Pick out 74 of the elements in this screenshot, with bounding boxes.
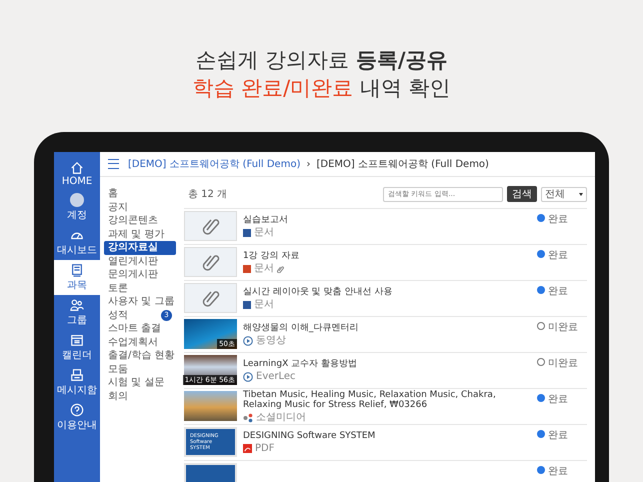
material-type: 동영상 (256, 335, 286, 346)
menu-item[interactable]: 모둠 (104, 362, 176, 376)
play-icon (243, 336, 253, 346)
nav-item[interactable]: 그룹 (54, 295, 100, 330)
menu-item[interactable]: 공지 (104, 200, 176, 214)
house-icon (70, 161, 84, 175)
nav-item[interactable]: 이용안내 (54, 400, 100, 435)
search-button[interactable]: 검색 (507, 186, 537, 202)
menu-item[interactable]: 문의게시판 (104, 268, 176, 282)
share-icon (243, 412, 253, 422)
material-type: 문서 (254, 299, 274, 310)
menu-item[interactable]: 강의자료실 (104, 241, 176, 254)
presentation-icon (243, 264, 251, 272)
nav-item[interactable]: 과목 (54, 260, 100, 295)
menu-item[interactable]: 홈 (104, 187, 176, 200)
completion-status: 미완료 (548, 321, 578, 334)
material-title[interactable]: 실시간 레이아웃 및 맞춤 안내선 사용 (243, 287, 531, 297)
nav-item[interactable]: 대시보드 (54, 225, 100, 260)
headline-highlight: 학습 완료/미완료 (192, 76, 354, 100)
completion-status: 완료 (548, 429, 568, 442)
nav-item[interactable]: 캘린더 (54, 330, 100, 365)
calendar-icon (70, 333, 84, 347)
clip-art-thumbnail (184, 283, 237, 313)
menu-icon[interactable] (108, 159, 119, 169)
menu-item[interactable]: 수업계획서 (104, 336, 176, 349)
headline: 손쉽게 강의자료 등록/공유 (194, 47, 449, 74)
item-count: 총 12 개 (187, 188, 228, 201)
clip-art-thumbnail (184, 247, 237, 277)
material-type: 문서 (254, 227, 274, 238)
menu-item[interactable]: 과제 및 평가 (104, 228, 176, 241)
headline-text: 내역 확인 (360, 76, 451, 100)
material-type: 문서 (254, 263, 274, 274)
nav-item[interactable]: 메시지함 (54, 365, 100, 400)
document-icon (243, 228, 251, 236)
nav-item[interactable]: 계정 (54, 190, 100, 225)
material-title[interactable]: LearningX 교수자 활용방법 (243, 359, 531, 369)
photo-placeholder (184, 391, 237, 421)
material-title[interactable]: 해양생물의 이해_다큐멘터리 (243, 323, 531, 333)
clip-art-thumbnail (184, 211, 237, 241)
completion-status: 완료 (548, 249, 568, 262)
pdf-icon (243, 444, 252, 453)
menu-item[interactable]: 토론 (104, 282, 176, 295)
material-title[interactable]: 1강 강의 자료 (243, 251, 531, 261)
material-type: PDF (255, 443, 274, 454)
document-icon (243, 300, 251, 308)
breadcrumb-current: [DEMO] 소프트웨어공학 (Full Demo) (316, 158, 489, 171)
play-icon (243, 372, 253, 382)
material-title[interactable]: Tibetan Music, Healing Music, Relaxation Music, Chakra, Relaxing Music for Stress Relief, ₩03266 (243, 390, 531, 410)
avatar-icon (70, 193, 84, 207)
completion-status: 완료 (548, 465, 568, 478)
nav-item[interactable]: HOME (54, 158, 100, 190)
menu-item[interactable]: 스마트 출결 (104, 322, 176, 336)
book-icon (70, 263, 84, 277)
material-type: EverLec (256, 371, 296, 382)
inbox-icon (70, 368, 84, 382)
menu-item[interactable]: 회의 (104, 390, 176, 403)
breadcrumb-separator: › (306, 158, 310, 170)
people-icon (70, 298, 84, 312)
completion-status: 완료 (548, 213, 568, 226)
menu-item[interactable]: 열린게시판 (104, 254, 176, 268)
breadcrumb-link[interactable]: [DEMO] 소프트웨어공학 (Full Demo) (128, 157, 300, 171)
completion-status: 완료 (548, 285, 568, 298)
material-type: 소셜미디어 (256, 412, 306, 423)
photo-placeholder (184, 319, 237, 349)
menu-item[interactable]: 시험 및 설문 (104, 376, 176, 390)
material-title[interactable]: 실습보고서 (243, 215, 531, 225)
completion-status: 미완료 (548, 357, 578, 370)
filter-dropdown[interactable]: 전체 (541, 186, 587, 202)
help-icon (70, 403, 84, 417)
menu-item[interactable]: 사용자 및 그룹 (104, 295, 176, 308)
completion-status: 완료 (548, 393, 568, 406)
material-title[interactable]: DESIGNING Software SYSTEM (243, 431, 531, 441)
menu-item[interactable]: 출결/학습 현황 (104, 349, 176, 362)
menu-item[interactable]: 강의콘텐츠 (104, 214, 176, 228)
